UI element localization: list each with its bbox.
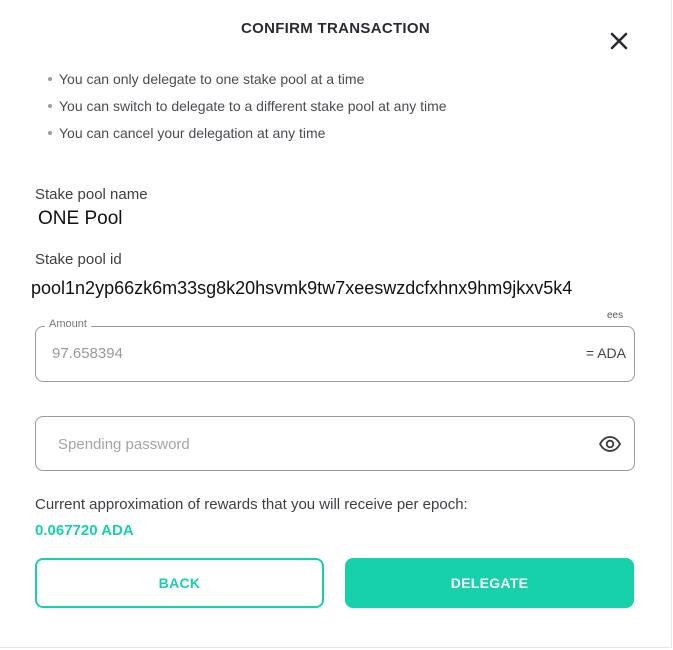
dialog: CONFIRM TRANSACTION You can only delegat… — [0, 0, 672, 648]
amount-field: Amount 97.658394 = ADA — [35, 318, 635, 382]
delegate-button[interactable]: DELEGATE — [345, 558, 634, 608]
amount-legend: Amount — [45, 318, 91, 330]
rewards-description: Current approximation of rewards that yo… — [35, 496, 468, 513]
close-icon[interactable] — [607, 29, 631, 53]
fees-hint: ees — [607, 310, 624, 321]
stake-pool-name: ONE Pool — [38, 208, 123, 229]
spending-password-input[interactable] — [56, 431, 580, 457]
stake-pool-id-label: Stake pool id — [35, 251, 122, 268]
spending-password-field[interactable] — [35, 416, 635, 471]
delegation-notes: You can only delegate to one stake pool … — [46, 69, 447, 150]
eye-icon[interactable] — [598, 432, 622, 456]
amount-value: 97.658394 — [52, 345, 123, 362]
note-item: You can only delegate to one stake pool … — [46, 69, 447, 96]
amount-suffix: = ADA — [585, 345, 626, 361]
note-item: You can cancel your delegation at any ti… — [46, 123, 447, 150]
note-item: You can switch to delegate to a differen… — [46, 96, 447, 123]
rewards-value: 0.067720 ADA — [35, 522, 134, 539]
stake-pool-name-label: Stake pool name — [35, 186, 148, 203]
stake-pool-id: pool1n2yp66zk6m33sg8k20hsvmk9tw7xeeswzdc… — [31, 278, 573, 298]
back-button[interactable]: BACK — [35, 558, 324, 608]
dialog-title: CONFIRM TRANSACTION — [240, 20, 431, 37]
